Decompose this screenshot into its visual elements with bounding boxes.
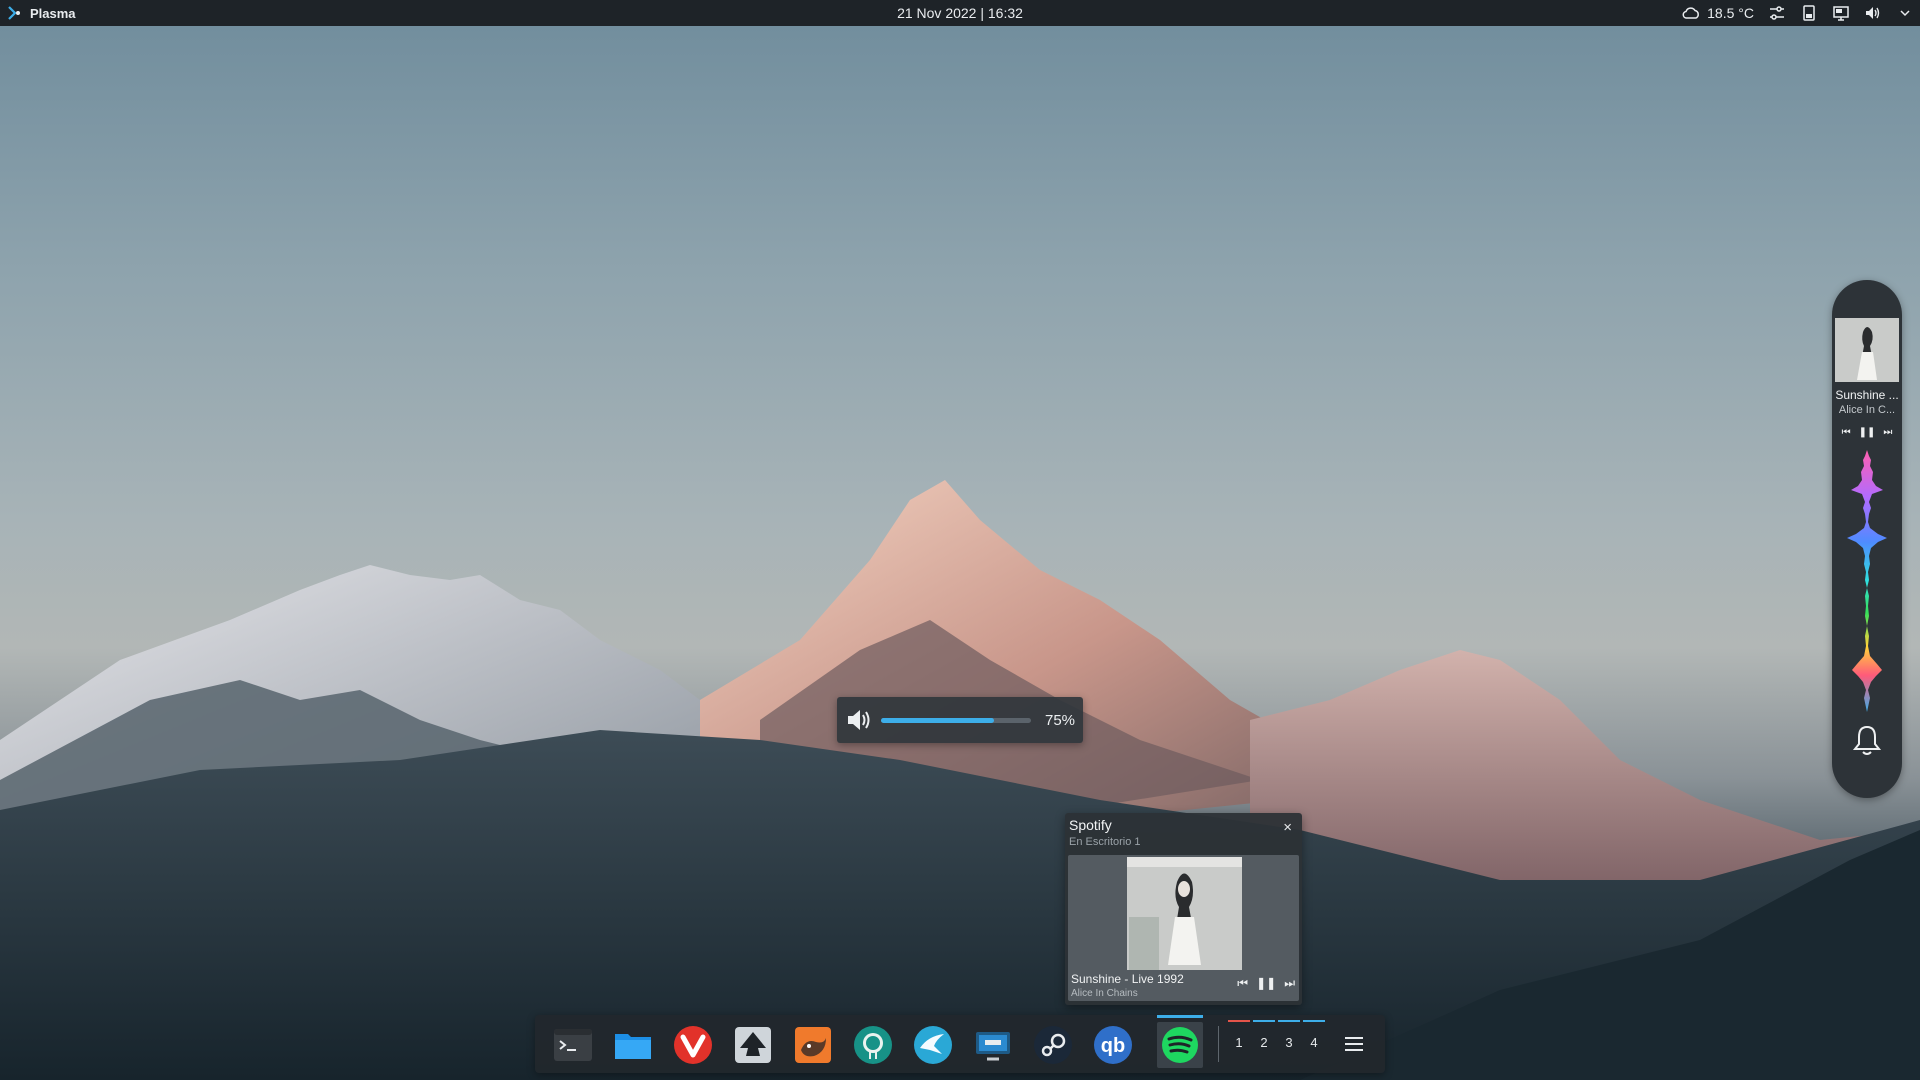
qbittorrent-icon: qb — [1094, 1026, 1132, 1064]
desktop-2[interactable]: 2 — [1252, 1020, 1276, 1050]
pause-icon[interactable]: ❚❚ — [1256, 976, 1276, 991]
device-icon[interactable] — [1800, 4, 1818, 22]
dock-app-qbittorrent[interactable]: qb — [1090, 1022, 1136, 1068]
svg-text:qb: qb — [1101, 1035, 1125, 1057]
next-track-icon[interactable]: ⏭ — [1883, 427, 1892, 438]
desktop-1[interactable]: 1 — [1227, 1020, 1251, 1050]
notification-media-controls: ⏮ ❚❚ ⏭ — [1237, 976, 1295, 991]
dock-app-spotify[interactable] — [1157, 1015, 1203, 1068]
plasma-logo-icon — [8, 6, 20, 20]
cloud-icon — [1682, 7, 1700, 19]
volume-slider[interactable] — [881, 717, 1031, 723]
folder-icon — [615, 1034, 651, 1059]
notification-subtitle: En Escritorio 1 — [1069, 836, 1141, 848]
gimp-icon — [795, 1027, 831, 1063]
hamburger-menu-icon[interactable] — [1343, 1033, 1365, 1055]
volume-level-fill — [881, 717, 994, 723]
terminal-icon — [554, 1029, 592, 1061]
media-card: Sunshine - Live 1992 Alice In Chains ⏮ ❚… — [1068, 855, 1299, 1001]
weather-widget[interactable]: 18.5 °C — [1681, 5, 1754, 21]
temperature: 18.5 °C — [1707, 5, 1754, 21]
dock-separator — [1218, 1026, 1219, 1062]
bell-icon[interactable] — [1852, 723, 1882, 757]
dock-app-kdeconnect[interactable] — [910, 1022, 956, 1068]
inkscape-icon — [735, 1027, 771, 1063]
audio-visualizer — [1847, 450, 1887, 712]
app-menu[interactable]: Plasma — [6, 0, 76, 26]
dock-app-terminal[interactable] — [550, 1022, 596, 1068]
close-icon[interactable]: × — [1283, 819, 1292, 836]
side-media-controls: ⏮ ❚❚ ⏭ — [1832, 427, 1902, 438]
notification-song-title: Sunshine - Live 1992 — [1071, 972, 1184, 986]
speaker-icon — [848, 710, 870, 730]
media-notification[interactable]: Spotify En Escritorio 1 × Sunshine - Liv… — [1065, 813, 1302, 1005]
volume-osd: 75% — [837, 697, 1083, 743]
notification-artist: Alice In Chains — [1071, 988, 1138, 999]
album-art[interactable] — [1835, 318, 1899, 382]
volume-icon[interactable] — [1864, 4, 1882, 22]
monitor-icon — [976, 1032, 1010, 1061]
dock-app-inkscape[interactable] — [730, 1022, 776, 1068]
next-track-icon[interactable]: ⏭ — [1284, 976, 1295, 991]
active-app-title: Plasma — [30, 5, 76, 21]
gitkraken-icon — [854, 1026, 892, 1064]
notification-app-name: Spotify — [1069, 817, 1112, 833]
spotify-icon — [1162, 1027, 1198, 1063]
dock-panel: qb 1 2 3 4 — [535, 1015, 1385, 1073]
settings-sliders-icon[interactable] — [1768, 4, 1786, 22]
volume-percent: 75% — [1045, 711, 1076, 729]
dock-app-steam[interactable] — [1030, 1022, 1076, 1068]
side-artist: Alice In C... — [1838, 404, 1896, 416]
desktop-4[interactable]: 4 — [1302, 1020, 1326, 1050]
chevron-down-icon[interactable] — [1896, 4, 1914, 22]
side-song-title: Sunshine ... — [1835, 388, 1899, 402]
steam-icon — [1034, 1026, 1072, 1064]
vivaldi-icon — [674, 1026, 712, 1064]
clock-datetime[interactable]: 21 Nov 2022 | 16:32 — [897, 5, 1023, 21]
dock-app-vivaldi[interactable] — [670, 1022, 716, 1068]
dock-app-remote-desktop[interactable] — [970, 1022, 1016, 1068]
dock-app-gitkraken[interactable] — [850, 1022, 896, 1068]
previous-track-icon[interactable]: ⏮ — [1237, 976, 1248, 991]
pause-icon[interactable]: ❚❚ — [1859, 427, 1876, 438]
desktop-3[interactable]: 3 — [1277, 1020, 1301, 1050]
previous-track-icon[interactable]: ⏮ — [1842, 427, 1851, 438]
desktop-wallpaper — [0, 480, 1920, 1080]
album-art — [1127, 857, 1242, 970]
display-icon[interactable] — [1832, 4, 1850, 22]
dock-app-gimp[interactable] — [790, 1022, 836, 1068]
side-media-widget: Sunshine ... Alice In C... ⏮ ❚❚ ⏭ — [1832, 280, 1902, 798]
top-panel: Plasma 21 Nov 2022 | 16:32 18.5 °C — [0, 0, 1920, 26]
bird-icon — [914, 1026, 952, 1064]
dock-app-files[interactable] — [610, 1022, 656, 1068]
